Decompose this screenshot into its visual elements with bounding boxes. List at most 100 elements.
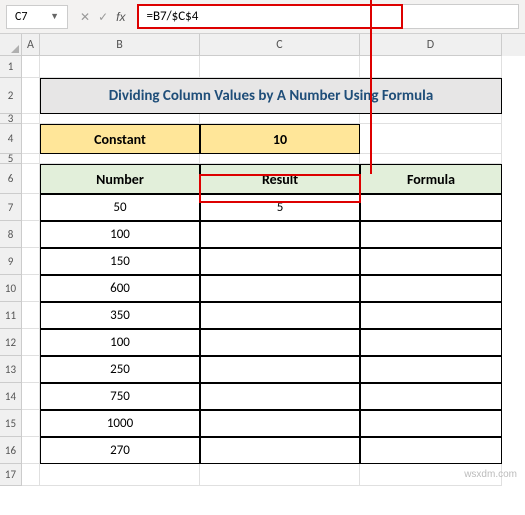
result-cell-active[interactable]: 5 bbox=[200, 194, 360, 221]
col-header-C[interactable]: C bbox=[200, 34, 360, 56]
row-header[interactable]: 7 bbox=[0, 194, 22, 221]
formula-input[interactable]: =B7/$C$4 bbox=[137, 4, 519, 29]
cell[interactable] bbox=[40, 114, 200, 124]
row-12: 12 100 bbox=[0, 329, 525, 356]
number-cell[interactable]: 750 bbox=[40, 383, 200, 410]
cell[interactable] bbox=[22, 356, 40, 383]
cell[interactable] bbox=[360, 154, 502, 164]
row-header[interactable]: 4 bbox=[0, 124, 22, 154]
row-header[interactable]: 8 bbox=[0, 221, 22, 248]
cell[interactable] bbox=[22, 410, 40, 437]
number-cell[interactable]: 100 bbox=[40, 221, 200, 248]
row-header[interactable]: 1 bbox=[0, 56, 22, 78]
cell[interactable] bbox=[22, 78, 40, 114]
col-header-D[interactable]: D bbox=[360, 34, 502, 56]
number-cell[interactable]: 270 bbox=[40, 437, 200, 464]
result-cell[interactable] bbox=[200, 221, 360, 248]
cell[interactable] bbox=[40, 464, 200, 486]
number-cell[interactable]: 600 bbox=[40, 275, 200, 302]
result-cell[interactable] bbox=[200, 383, 360, 410]
formula-cell[interactable] bbox=[360, 221, 502, 248]
constant-label-cell[interactable]: Constant bbox=[40, 124, 200, 154]
row-header[interactable]: 16 bbox=[0, 437, 22, 464]
formula-cell[interactable] bbox=[360, 194, 502, 221]
cell[interactable] bbox=[22, 383, 40, 410]
number-cell[interactable]: 350 bbox=[40, 302, 200, 329]
result-cell[interactable] bbox=[200, 302, 360, 329]
row-4: 4 Constant 10 bbox=[0, 124, 525, 154]
formula-cell[interactable] bbox=[360, 437, 502, 464]
row-header[interactable]: 2 bbox=[0, 78, 22, 114]
select-all-corner[interactable] bbox=[0, 34, 22, 56]
cell[interactable] bbox=[22, 275, 40, 302]
row-header[interactable]: 13 bbox=[0, 356, 22, 383]
number-cell[interactable]: 250 bbox=[40, 356, 200, 383]
cell[interactable] bbox=[360, 56, 502, 78]
cell[interactable] bbox=[200, 114, 360, 124]
cell[interactable] bbox=[40, 154, 200, 164]
formula-cell[interactable] bbox=[360, 248, 502, 275]
number-cell[interactable]: 50 bbox=[40, 194, 200, 221]
formula-cell[interactable] bbox=[360, 410, 502, 437]
formula-cell[interactable] bbox=[360, 356, 502, 383]
result-cell[interactable] bbox=[200, 437, 360, 464]
number-cell[interactable]: 1000 bbox=[40, 410, 200, 437]
cell[interactable] bbox=[22, 164, 40, 194]
column-headers: A B C D bbox=[0, 34, 525, 56]
cell[interactable] bbox=[360, 114, 502, 124]
result-cell[interactable] bbox=[200, 410, 360, 437]
number-cell[interactable]: 100 bbox=[40, 329, 200, 356]
row-header[interactable]: 15 bbox=[0, 410, 22, 437]
row-header[interactable]: 10 bbox=[0, 275, 22, 302]
cell[interactable] bbox=[200, 464, 360, 486]
formula-cell[interactable] bbox=[360, 329, 502, 356]
result-cell[interactable] bbox=[200, 248, 360, 275]
cell[interactable] bbox=[22, 56, 40, 78]
cell[interactable] bbox=[40, 56, 200, 78]
formula-cell[interactable] bbox=[360, 302, 502, 329]
formula-cell[interactable] bbox=[360, 275, 502, 302]
title-cell[interactable]: Dividing Column Values by A Number Using… bbox=[40, 78, 502, 114]
cell[interactable] bbox=[22, 114, 40, 124]
constant-value-cell[interactable]: 10 bbox=[200, 124, 360, 154]
cell[interactable] bbox=[22, 194, 40, 221]
number-header[interactable]: Number bbox=[40, 164, 200, 194]
result-cell[interactable] bbox=[200, 329, 360, 356]
row-header[interactable]: 14 bbox=[0, 383, 22, 410]
cell[interactable] bbox=[200, 56, 360, 78]
name-box[interactable]: C7 ▼ bbox=[6, 5, 68, 29]
row-header[interactable]: 9 bbox=[0, 248, 22, 275]
formula-header[interactable]: Formula bbox=[360, 164, 502, 194]
result-cell[interactable] bbox=[200, 275, 360, 302]
row-header[interactable]: 5 bbox=[0, 154, 22, 164]
cell[interactable] bbox=[360, 124, 502, 154]
col-header-A[interactable]: A bbox=[22, 34, 40, 56]
cell[interactable] bbox=[22, 464, 40, 486]
result-cell[interactable] bbox=[200, 356, 360, 383]
row-header[interactable]: 6 bbox=[0, 164, 22, 194]
row-3: 3 bbox=[0, 114, 525, 124]
cell[interactable] bbox=[22, 329, 40, 356]
cell[interactable] bbox=[200, 154, 360, 164]
row-header[interactable]: 17 bbox=[0, 464, 22, 486]
cell[interactable] bbox=[22, 302, 40, 329]
cell[interactable] bbox=[22, 437, 40, 464]
cell[interactable] bbox=[22, 248, 40, 275]
row-15: 15 1000 bbox=[0, 410, 525, 437]
col-header-B[interactable]: B bbox=[40, 34, 200, 56]
formula-cell[interactable] bbox=[360, 383, 502, 410]
number-cell[interactable]: 150 bbox=[40, 248, 200, 275]
row-header[interactable]: 12 bbox=[0, 329, 22, 356]
cell[interactable] bbox=[22, 221, 40, 248]
fx-icon[interactable]: fx bbox=[116, 10, 125, 24]
formula-text: =B7/$C$4 bbox=[146, 9, 198, 24]
cancel-icon[interactable]: ✕ bbox=[80, 10, 90, 24]
check-icon[interactable]: ✓ bbox=[98, 10, 108, 24]
chevron-down-icon[interactable]: ▼ bbox=[50, 11, 59, 22]
cell[interactable] bbox=[22, 154, 40, 164]
row-header[interactable]: 3 bbox=[0, 114, 22, 124]
result-header[interactable]: Result bbox=[200, 164, 360, 194]
spreadsheet-grid: A B C D 1 2 Dividing Column Values by A … bbox=[0, 34, 525, 486]
row-header[interactable]: 11 bbox=[0, 302, 22, 329]
cell[interactable] bbox=[22, 124, 40, 154]
